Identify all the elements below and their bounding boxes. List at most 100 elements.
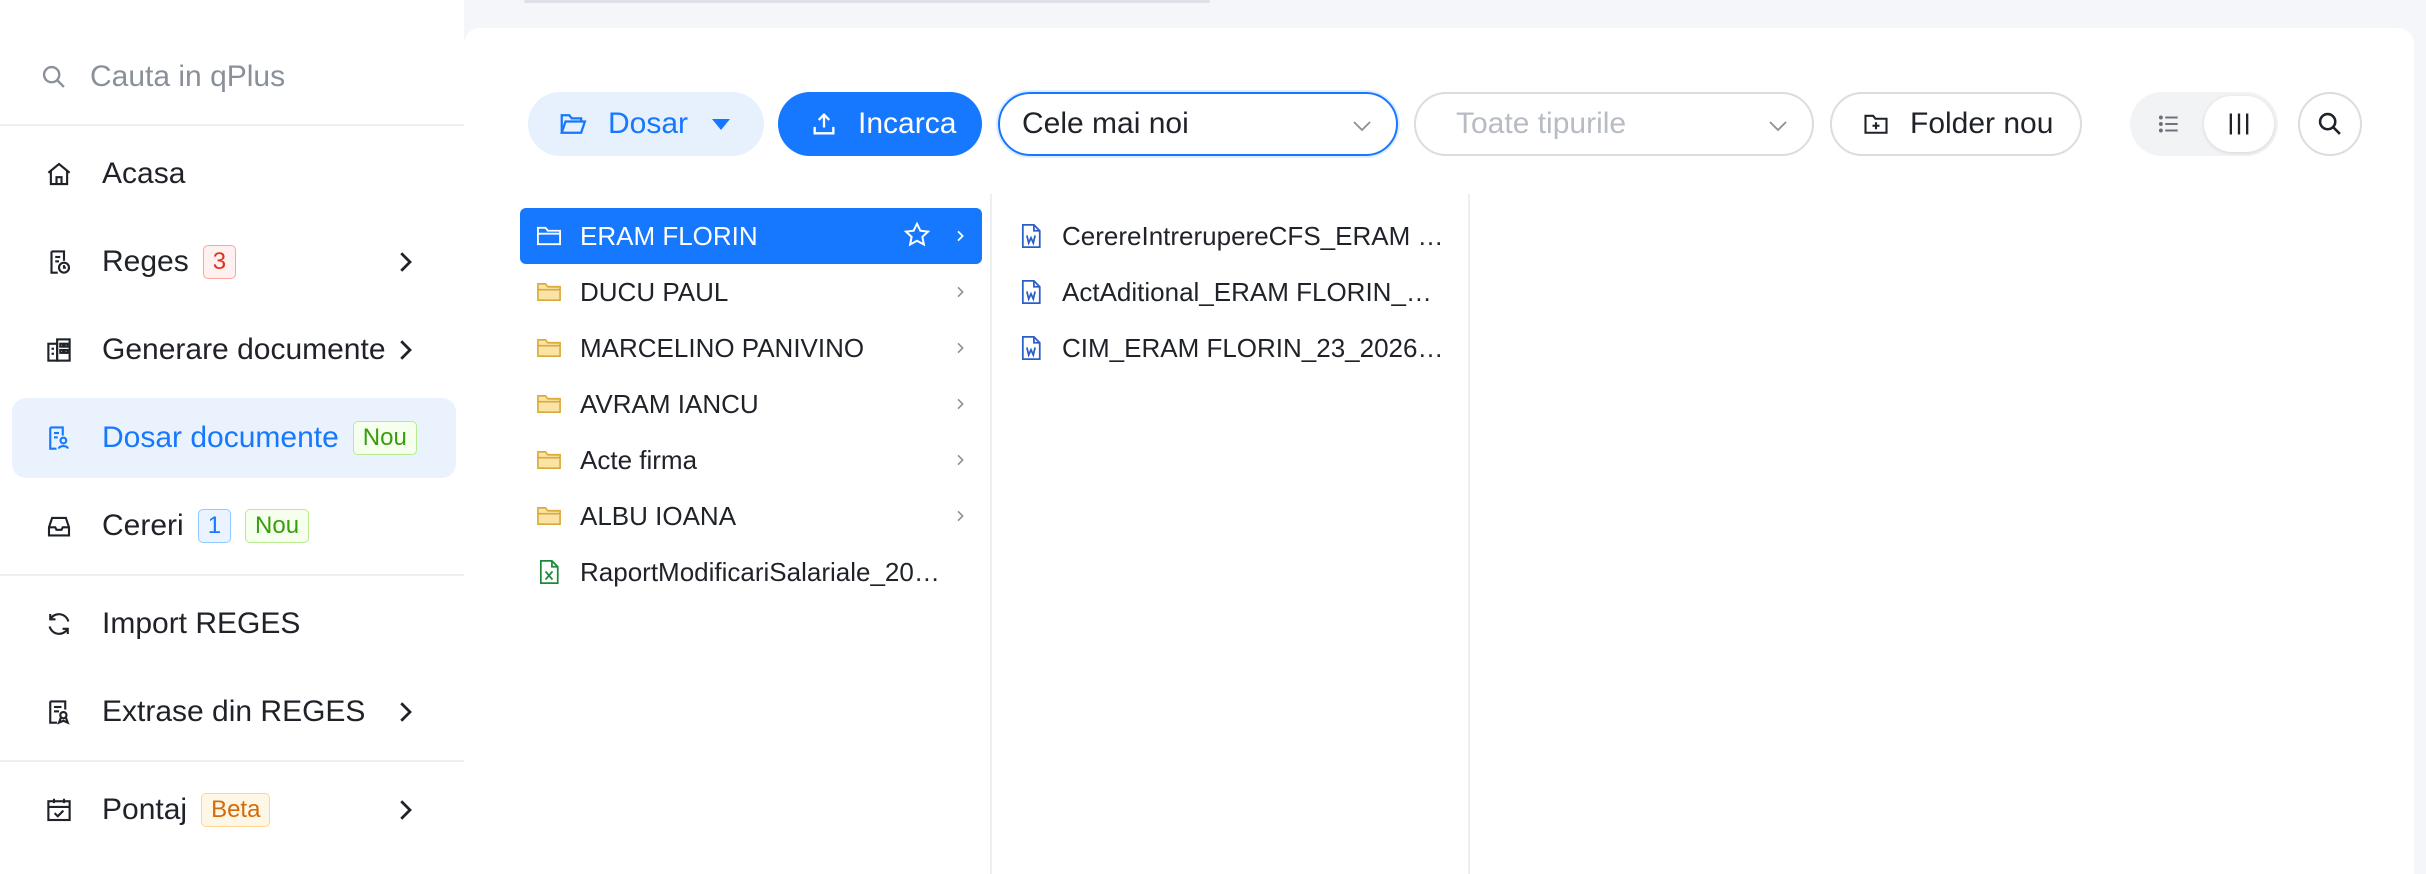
sidebar-search-placeholder: Cauta in qPlus [90,60,286,93]
document-folder-icon [42,421,76,455]
folder-add-icon [1864,114,1888,134]
sidebar-item-label: Reges [102,245,189,278]
file-row-cerere-intrerupere-cfs[interactable]: CerereIntrerupereCFS_ERAM F… [1006,208,1446,264]
list-icon [2158,115,2178,133]
file-row-raport-modificari-salariale[interactable]: RaportModificariSalariale_202… [520,544,982,600]
folder-row-marcelino-panivino[interactable]: MARCELINO PANIVINO [520,320,982,376]
divider [0,760,464,762]
chevron-down-icon [1353,121,1371,132]
file-name: CerereIntrerupereCFS_ERAM F… [1062,220,1446,251]
columns-icon [2229,113,2249,135]
file-row-cim[interactable]: CIM_ERAM FLORIN_23_202607… [1006,320,1446,376]
caret-down-icon [712,119,730,130]
chevron-right-icon [400,252,412,272]
chevron-right-icon [400,702,412,722]
calendar-icon [42,793,76,827]
folder-row-eram-florin[interactable]: ERAM FLORIN [520,208,982,264]
sidebar-item-pontaj[interactable]: Pontaj Beta [12,770,456,850]
generate-documents-icon [42,333,76,367]
folder-name: AVRAM IANCU [580,388,759,419]
folder-name: Acte firma [580,444,698,475]
divider [0,124,464,126]
chevron-right-icon [957,510,964,522]
sidebar-item-label: Cereri [102,509,184,542]
folder-icon [534,389,564,419]
folder-icon [534,445,564,475]
chevron-right-icon [957,230,964,242]
type-filter-placeholder: Toate tipurile [1456,107,1627,140]
sidebar-item-extrase-din-reges[interactable]: Extrase din REGES [12,672,456,752]
chevron-right-icon [957,454,964,466]
sidebar-item-label: Generare documente [102,333,386,366]
word-file-icon [1016,221,1046,251]
folder-row-acte-firma[interactable]: Acte firma [520,432,982,488]
upload-icon [813,113,835,135]
sidebar-item-label: Acasa [102,157,186,190]
sidebar-item-dosar-documente[interactable]: Dosar documente Nou [12,398,456,478]
new-folder-label: Folder nou [1910,107,2054,140]
search-icon [42,65,65,88]
sidebar-item-label: Extrase din REGES [102,695,366,728]
sidebar-item-cereri[interactable]: Cereri 1 Nou [12,486,456,566]
chevron-right-icon [957,342,964,354]
upload-button[interactable]: Incarca [778,92,982,156]
folder-row-avram-iancu[interactable]: AVRAM IANCU [520,376,982,432]
chevron-right-icon [957,398,964,410]
file-row-act-aditional[interactable]: ActAditional_ERAM FLORIN_22… [1006,264,1446,320]
beta-badge: Beta [201,793,271,827]
sidebar-item-label: Pontaj [102,793,188,826]
folder-row-albu-ioana[interactable]: ALBU IOANA [520,488,982,544]
column-view-button[interactable] [2204,96,2274,152]
column-divider [1468,194,1470,874]
count-badge: 1 [197,509,232,543]
new-badge: Nou [352,421,417,455]
folder-icon [534,221,564,251]
extract-icon [42,695,76,729]
file-name: CIM_ERAM FLORIN_23_202607… [1062,332,1446,363]
dosar-label: Dosar [608,107,689,140]
inbox-icon [42,509,76,543]
type-filter-select[interactable]: Toate tipurile [1414,92,1814,156]
dosar-dropdown-button[interactable]: Dosar [528,92,764,156]
chevron-right-icon [957,286,964,298]
chevron-down-icon [1769,121,1787,132]
top-scroll-strip [524,0,1210,3]
count-badge: 3 [202,245,237,279]
sidebar-item-label: Dosar documente [102,421,339,454]
sort-value: Cele mai noi [1022,107,1189,140]
word-file-icon [1016,277,1046,307]
file-name: RaportModificariSalariale_202… [580,556,950,587]
reges-icon [42,245,76,279]
folder-icon [534,333,564,363]
new-folder-button[interactable]: Folder nou [1830,92,2082,156]
list-view-button[interactable] [2134,96,2204,152]
folder-name: ERAM FLORIN [580,220,758,251]
chevron-right-icon [400,800,412,820]
folder-open-icon [560,114,587,134]
file-name: ActAditional_ERAM FLORIN_22… [1062,276,1446,307]
new-badge: Nou [245,509,310,543]
sidebar-item-generare-documente[interactable]: Generare documente [12,310,456,390]
chevron-right-icon [400,340,412,360]
sidebar-item-label: Import REGES [102,607,301,640]
folder-name: MARCELINO PANIVINO [580,332,865,363]
word-file-icon [1016,333,1046,363]
folder-row-ducu-paul[interactable]: DUCU PAUL [520,264,982,320]
folder-name: ALBU IOANA [580,500,737,531]
folder-name: DUCU PAUL [580,276,729,307]
sidebar-item-import-reges[interactable]: Import REGES [12,584,456,664]
excel-file-icon [534,557,564,587]
search-button[interactable] [2298,92,2362,156]
sync-icon [42,607,76,641]
sidebar-item-acasa[interactable]: Acasa [12,134,456,214]
sidebar: Cauta in qPlus Acasa Reges 3 Generare do… [0,0,464,874]
column-divider [990,194,992,874]
sidebar-search[interactable]: Cauta in qPlus [40,52,440,102]
sort-select[interactable]: Cele mai noi [998,92,1398,156]
upload-label: Incarca [858,107,957,140]
star-icon[interactable] [902,220,932,250]
folder-icon [534,501,564,531]
folder-icon [534,277,564,307]
sidebar-item-reges[interactable]: Reges 3 [12,222,456,302]
view-toggle [2130,92,2278,156]
